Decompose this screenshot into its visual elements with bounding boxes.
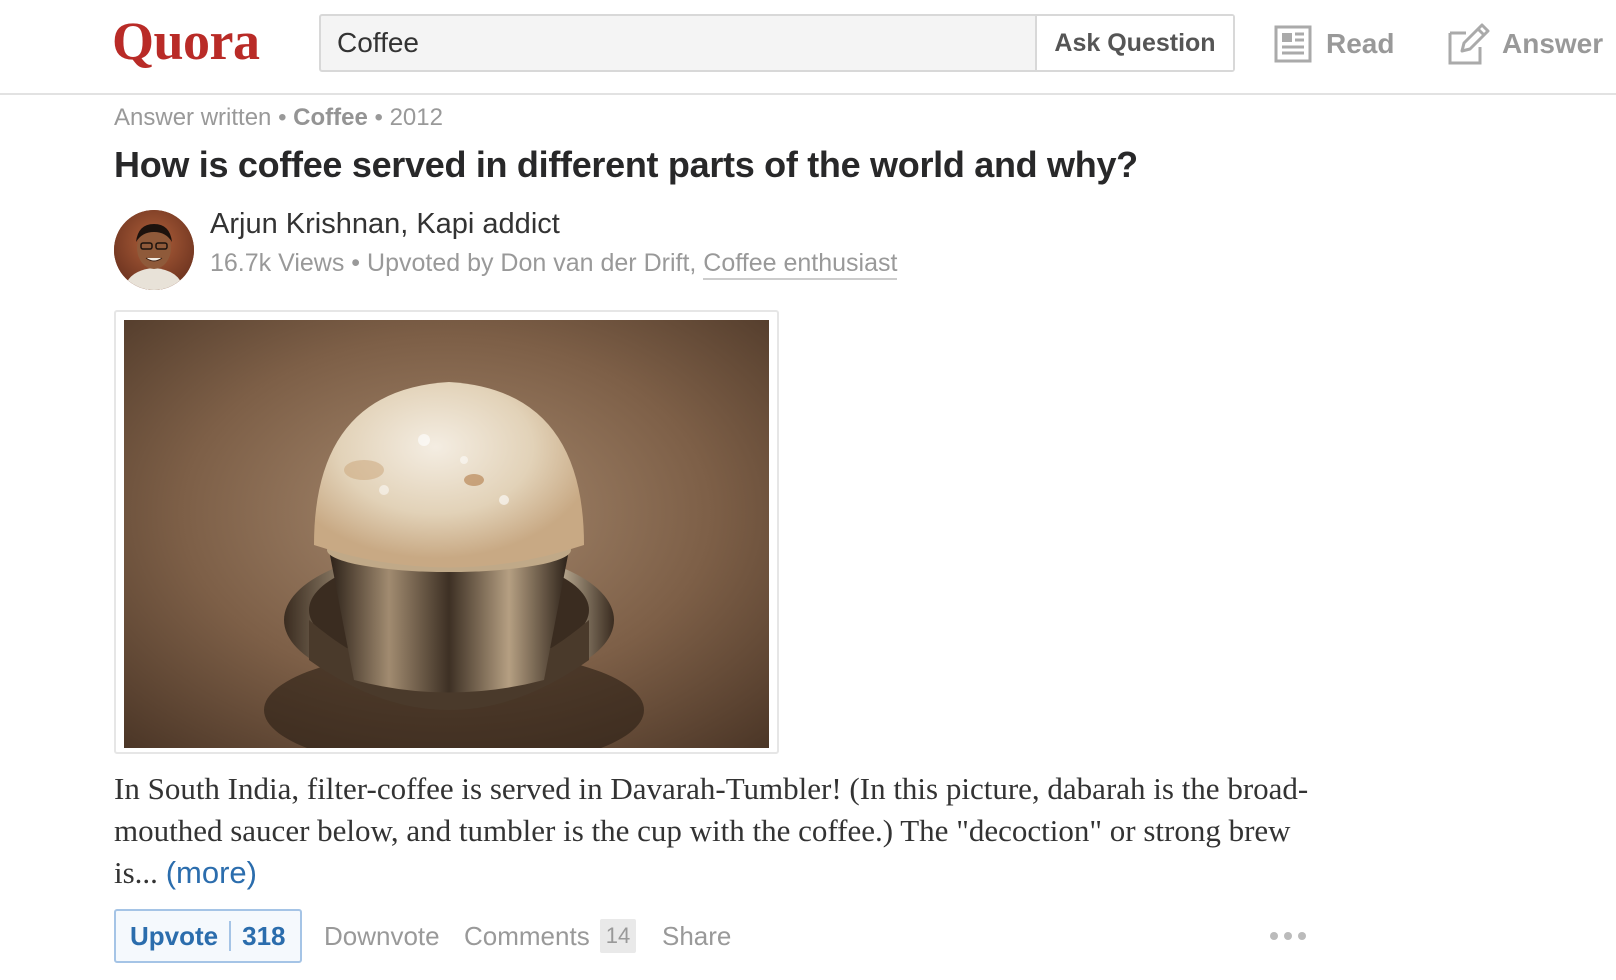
coffee-photo [124,320,769,748]
comments-button[interactable]: Comments 14 [464,909,637,963]
newspaper-icon [1274,25,1312,63]
comments-count-badge: 14 [599,919,637,953]
meta-year: 2012 [389,104,443,131]
answer-meta: Answer written • Coffee • 2012 [114,104,443,132]
upvoted-by[interactable]: Upvoted by Don van der Drift, [367,249,696,277]
meta-separator: • [278,104,287,131]
upvote-button[interactable]: Upvote 318 [114,909,302,963]
pencil-edit-icon [1448,23,1490,65]
meta-type: Answer written [114,104,272,131]
upvote-count: 318 [242,920,286,951]
meta-separator: • [374,104,383,131]
more-link[interactable]: (more) [166,855,257,890]
ask-question-button[interactable]: Ask Question [1035,16,1233,70]
avatar[interactable] [114,210,194,290]
comments-label: Comments [464,920,590,951]
upvoter-credential[interactable]: Coffee enthusiast [703,249,898,280]
downvote-button[interactable]: Downvote [324,909,440,963]
dot [1284,932,1292,940]
answer-stats: 16.7k Views • Upvoted by Don van der Dri… [210,249,898,280]
answer-body: In South India, filter-coffee is served … [114,768,1334,894]
upvote-divider [229,921,232,951]
question-title[interactable]: How is coffee served in different parts … [114,144,1138,186]
nav-read[interactable]: Read [1274,20,1394,68]
top-header: Quora Ask Question Read Answer [0,0,1616,95]
view-count: 16.7k Views [210,249,345,277]
stats-separator: • [351,249,361,277]
search-bar: Ask Question [319,14,1235,72]
share-button[interactable]: Share [662,909,731,963]
topic-link[interactable]: Coffee [293,104,368,131]
share-label: Share [662,920,732,951]
dot [1298,932,1306,940]
answer-text: In South India, filter-coffee is served … [114,771,1309,890]
search-input[interactable] [321,16,1035,70]
quora-logo[interactable]: Quora [112,10,260,72]
upvote-label: Upvote [130,920,219,951]
dot [1270,932,1278,940]
answer-image-frame[interactable] [114,310,779,754]
nav-answer-label: Answer [1502,28,1604,59]
author-name[interactable]: Arjun Krishnan, Kapi addict [210,208,560,241]
downvote-label: Downvote [324,920,440,951]
nav-read-label: Read [1326,28,1395,59]
action-bar: Upvote 318 Downvote Comments 14 Share [114,909,1314,963]
nav-answer[interactable]: Answer [1444,20,1603,68]
more-dots-icon[interactable] [1270,909,1312,963]
